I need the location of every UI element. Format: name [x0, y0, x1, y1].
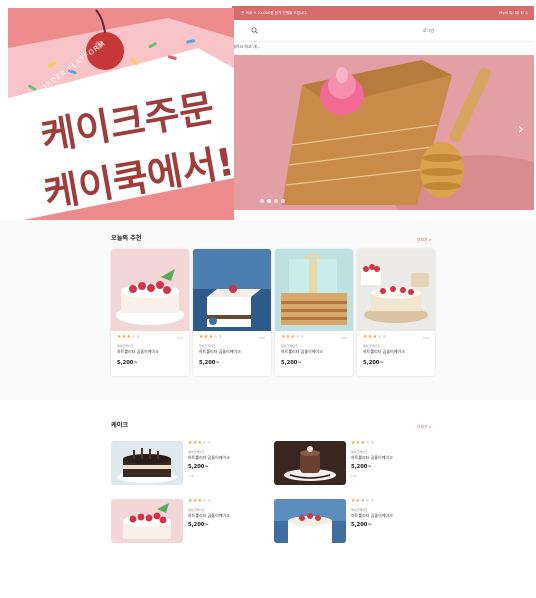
review-count: (14) [422, 336, 429, 340]
rating-stars: ★★★★★ [199, 334, 223, 340]
list-item[interactable]: ★★★★★ 제이크케이크 하트롤리타 곰돌이케이크 5,200~ [274, 499, 436, 543]
cake-section-title: 케이크 [111, 422, 129, 429]
shop-name: 제이크케이크 [117, 344, 134, 348]
brand-logo-banner: CAKE ORDER PLATFORM 케이크주문 케이쿡에서! [8, 8, 234, 231]
product-thumbnail [274, 441, 346, 485]
cake-more-link[interactable]: 더보기 > [417, 424, 432, 430]
review-count: (14) [351, 474, 358, 478]
shop-name: 제이크케이크 [351, 508, 368, 512]
product-price: 5,200~ [188, 522, 209, 528]
product-name: 하트롤리타 곰돌이케이크 [188, 455, 230, 460]
review-count: (14) [176, 336, 183, 340]
product-thumbnail [357, 249, 435, 331]
shop-name: 제이크케이크 [199, 344, 216, 348]
user-menu[interactable]: My/0 피/ 피/ 피 ◎ [499, 11, 528, 16]
shop-name: 제이크케이크 [281, 344, 298, 348]
list-item[interactable]: ★★★★★ 제이크케이크 하트롤리타 곰돌이케이크 5,200~ (14) [111, 441, 273, 485]
list-item[interactable]: ★★★★★ 제이크케이크 하트롤리타 곰돌이케이크 5,200~ (14) [274, 441, 436, 485]
product-card[interactable]: ★★★★★ (14) 제이크케이크 하트롤리타 곰돌이케이크 5,200~ [275, 249, 353, 376]
shop-name: 제이크케이크 [188, 508, 205, 512]
product-name: 하트롤리타 곰돌이케이크 [199, 349, 241, 354]
promo-text: 전 국내 스 21,000원 뭔가 진행을 드립니다. [241, 11, 308, 15]
site-header: 로그인 [232, 20, 534, 42]
rating-stars: ★★★★★ [281, 334, 305, 340]
product-card[interactable]: ★★★★★ (14) 제이크케이크 하트롤리타 곰돌이케이크 5,200~ [357, 249, 435, 376]
product-thumbnail [111, 441, 183, 485]
product-name: 하트롤리타 곰돌이케이크 [351, 455, 393, 460]
product-name: 하트롤리타 곰돌이케이크 [351, 513, 393, 518]
product-price: 5,200~ [281, 360, 302, 366]
hero-cake-image [232, 55, 534, 210]
login-link[interactable]: 로그인 [423, 28, 434, 34]
recommend-more-link[interactable]: 더보기 > [417, 237, 432, 243]
slide-dot[interactable] [260, 199, 264, 203]
hero-banner[interactable]: › [232, 55, 534, 210]
review-count: (14) [258, 336, 265, 340]
product-name: 하트롤리타 곰돌이케이크 [281, 349, 323, 354]
nav-menu-item[interactable]: 케이크 하고 개... [232, 44, 260, 50]
product-price: 5,200~ [351, 464, 372, 470]
product-price: 5,200~ [351, 522, 372, 528]
product-name: 하트롤리타 곰돌이케이크 [363, 349, 405, 354]
rating-stars: ★★★★★ [351, 498, 375, 504]
slide-dot[interactable] [274, 199, 278, 203]
product-name: 하트롤리타 곰돌이케이크 [188, 513, 230, 518]
product-thumbnail [111, 499, 183, 543]
rating-stars: ★★★★★ [188, 498, 212, 504]
recommend-title: 오늘의 추천 [111, 235, 142, 242]
product-price: 5,200~ [199, 360, 220, 366]
product-thumbnail [111, 249, 189, 331]
rating-stars: ★★★★★ [363, 334, 387, 340]
rating-stars: ★★★★★ [117, 334, 141, 340]
product-card[interactable]: ★★★★★ (14) 제이크케이크 하트롤리타 곰돌이케이크 5,200~ [193, 249, 271, 376]
review-count: (14) [188, 474, 195, 478]
slide-dot[interactable] [281, 199, 285, 203]
product-price: 5,200~ [188, 464, 209, 470]
product-price: 5,200~ [117, 360, 138, 366]
product-name: 하트롤리타 곰돌이케이크 [117, 349, 159, 354]
rating-stars: ★★★★★ [351, 440, 375, 446]
slide-indicators [260, 199, 285, 203]
shop-name: 제이크케이크 [351, 450, 368, 454]
shop-name: 제이크케이크 [363, 344, 380, 348]
product-thumbnail [193, 249, 271, 331]
rating-stars: ★★★★★ [188, 440, 212, 446]
review-count: (14) [340, 336, 347, 340]
product-thumbnail [275, 249, 353, 331]
shop-name: 제이크케이크 [188, 450, 205, 454]
search-icon[interactable] [251, 27, 258, 34]
list-item[interactable]: ★★★★★ 제이크케이크 하트롤리타 곰돌이케이크 5,200~ [111, 499, 273, 543]
product-thumbnail [274, 499, 346, 543]
product-price: 5,200~ [363, 360, 384, 366]
promo-bar: 전 국내 스 21,000원 뭔가 진행을 드립니다. My/0 피/ 피/ 피… [232, 6, 534, 20]
chevron-right-icon[interactable]: › [518, 119, 524, 138]
product-card[interactable]: ★★★★★ (14) 제이크케이크 하트롤리타 곰돌이케이크 5,200~ [111, 249, 189, 376]
slide-dot-active[interactable] [267, 199, 271, 203]
